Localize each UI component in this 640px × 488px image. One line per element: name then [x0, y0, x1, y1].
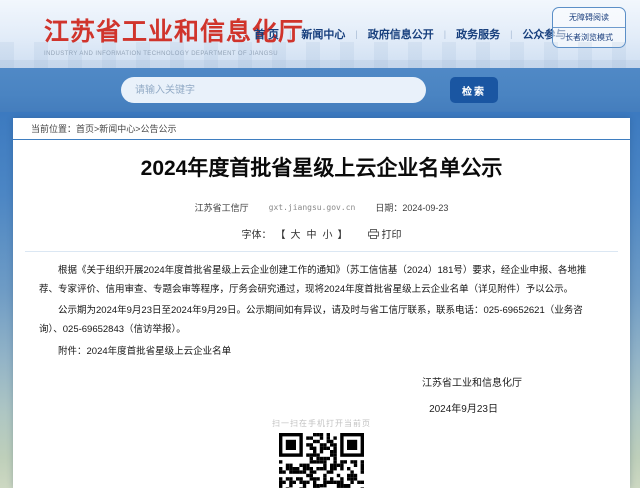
article-site-url: gxt.jiangsu.gov.cn: [269, 203, 356, 212]
font-size-large-button[interactable]: 大: [290, 226, 302, 241]
attachment-link[interactable]: 附件：2024年度首批省星级上云企业名单: [39, 342, 604, 361]
qr-section: 扫一扫在手机打开当前页: [13, 418, 630, 488]
nav-item-services[interactable]: 政务服务: [454, 26, 502, 42]
search-input[interactable]: [121, 77, 426, 103]
accessibility-box: 无障碍阅读 长者浏览模式: [552, 7, 626, 48]
font-size-label: 字体：: [242, 226, 272, 241]
signature-date: 2024年9月23日: [13, 400, 630, 415]
article-body: 根据《关于组织开展2024年度首批省星级上云企业创建工作的通知》（苏工信信基（2…: [13, 252, 630, 361]
search-button[interactable]: 检索: [450, 77, 498, 103]
article-paragraph: 根据《关于组织开展2024年度首批省星级上云企业创建工作的通知》（苏工信信基（2…: [39, 261, 604, 299]
qr-code: [279, 433, 364, 488]
content-panel: 当前位置：首页>新闻中心>公告公示 2024年度首批省星级上云企业名单公示 江苏…: [13, 118, 630, 488]
nav-separator: |: [289, 29, 291, 39]
main-nav: 首 页 | 新闻中心 | 政府信息公开 | 政务服务 | 公众参与: [252, 26, 568, 42]
font-size-controls: 字体： 【大 中 小】 打印: [13, 226, 630, 241]
article-paragraph: 公示期为2024年9月23日至2024年9月29日。公示期间如有异议，请及时与省…: [39, 301, 604, 339]
font-size-small-button[interactable]: 小: [322, 226, 334, 241]
search-band: 检索: [0, 68, 640, 112]
elder-mode-button[interactable]: 长者浏览模式: [553, 27, 625, 47]
article-meta: 江苏省工信厅 gxt.jiangsu.gov.cn 日期：2024-09-23: [13, 201, 630, 214]
article-date: 日期：2024-09-23: [375, 201, 448, 214]
article-source: 江苏省工信厅: [195, 201, 249, 214]
signature-org: 江苏省工业和信息化厅: [13, 374, 630, 389]
nav-separator: |: [510, 29, 512, 39]
print-button[interactable]: 打印: [368, 226, 402, 241]
font-size-medium-button[interactable]: 中: [306, 226, 318, 241]
nav-item-news[interactable]: 新闻中心: [299, 26, 347, 42]
printer-icon: [368, 229, 379, 239]
print-button-label: 打印: [382, 226, 402, 241]
breadcrumb[interactable]: 当前位置：首页>新闻中心>公告公示: [13, 118, 630, 140]
accessibility-reading-button[interactable]: 无障碍阅读: [553, 8, 625, 27]
bracket-open: 【: [276, 226, 286, 241]
site-logo-subtitle: INDUSTRY AND INFORMATION TECHNOLOGY DEPA…: [44, 51, 304, 57]
qr-caption: 扫一扫在手机打开当前页: [13, 418, 630, 429]
nav-separator: |: [355, 29, 357, 39]
nav-item-gov-info[interactable]: 政府信息公开: [366, 26, 436, 42]
nav-separator: |: [444, 29, 446, 39]
site-header: 江苏省工业和信息化厅 INDUSTRY AND INFORMATION TECH…: [0, 0, 640, 68]
page-title: 2024年度首批省星级上云企业名单公示: [13, 152, 630, 182]
bracket-close: 】: [338, 226, 348, 241]
nav-item-home[interactable]: 首 页: [252, 26, 281, 42]
